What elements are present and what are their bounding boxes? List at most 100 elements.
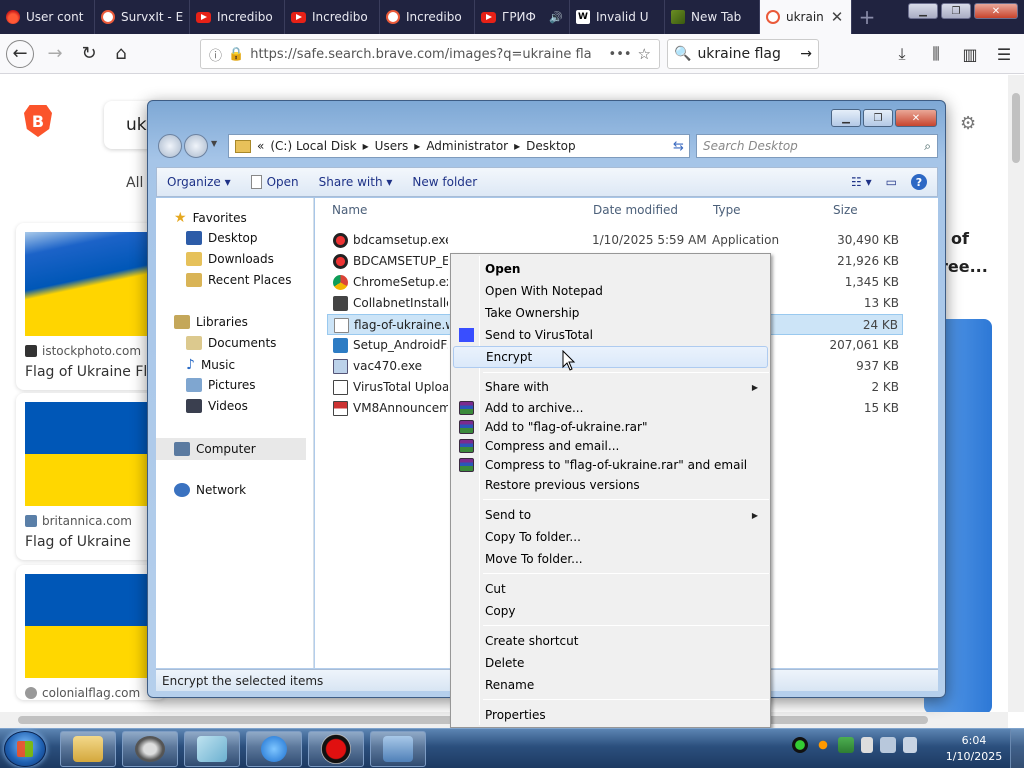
browser-tab[interactable]: New Tab [665,0,760,34]
column-size[interactable]: Size [833,203,858,217]
result-card[interactable]: istockphoto.com Flag of Ukraine Fla [16,223,166,390]
breadcrumb-users[interactable]: Users [375,139,409,153]
forward-button[interactable] [184,134,208,158]
browser-tab[interactable]: Incredibo [285,0,380,34]
chevron-right-icon[interactable]: ▸ [363,139,369,153]
nav-desktop[interactable]: Desktop [186,231,258,245]
go-arrow-icon[interactable]: → [800,46,812,62]
nav-downloads[interactable]: Downloads [186,252,274,266]
menu-item-copy[interactable]: Copy [453,600,768,622]
url-bar[interactable]: ⓘ 🔒 https://safe.search.brave.com/images… [200,39,660,69]
menu-item-open[interactable]: Open [453,258,768,280]
close-button[interactable]: ✕ [895,109,937,127]
chevron-right-icon[interactable]: ▸ [514,139,520,153]
new-tab-button[interactable]: + [852,0,882,34]
chevron-right-icon[interactable]: ▸ [414,139,420,153]
breadcrumb-desktop[interactable]: Desktop [526,139,668,153]
result-image[interactable] [25,574,151,678]
refresh-button[interactable]: ⇆ [668,134,690,158]
menu-item-create-shortcut[interactable]: Create shortcut [453,630,768,652]
menu-item-delete[interactable]: Delete [453,652,768,674]
menu-item-move-to-folder[interactable]: Move To folder... [453,548,768,570]
menu-item-share-with[interactable]: Share with ▶ [453,376,768,398]
maximize-button[interactable]: ❐ [941,3,971,19]
home-button[interactable]: ⌂ [106,39,136,69]
search-bar-text[interactable]: ukraine flag [697,46,794,62]
nav-network[interactable]: Network [174,483,246,497]
nav-libraries[interactable]: Libraries [174,315,248,329]
library-icon[interactable]: ⫼ [922,39,950,69]
result-title[interactable]: Flag of Ukraine Fla [16,358,166,390]
nav-documents[interactable]: Documents [186,336,276,350]
column-name[interactable]: Name [332,203,367,217]
back-button[interactable]: ← [6,39,34,68]
breadcrumb-overflow[interactable]: « [257,139,264,153]
speaker-icon[interactable]: 🔊 [549,11,563,24]
taskbar-record-button[interactable] [308,731,364,767]
taskbar-ie-button[interactable] [246,731,302,767]
menu-item-cut[interactable]: Cut [453,578,768,600]
browser-tab-active[interactable]: ukrain ✕ [760,0,852,34]
file-row[interactable]: bdcamsetup.exe 1/10/2025 5:59 AM Applicati… [327,230,903,251]
more-icon[interactable]: ••• [609,47,632,62]
menu-item-send-virustotal[interactable]: Send to VirusTotal [453,324,768,346]
menu-item-take-ownership[interactable]: Take Ownership [453,302,768,324]
menu-item-send-to[interactable]: Send to ▶ [453,504,768,526]
breadcrumb-local-disk[interactable]: (C:) Local Disk [270,139,356,153]
minimize-button[interactable]: ▁ [908,3,938,19]
brave-logo-icon[interactable]: B [24,105,52,137]
search-bar[interactable]: 🔍 ukraine flag → [667,39,819,69]
url-text[interactable]: https://safe.search.brave.com/images?q=u… [250,47,602,62]
sidebar-icon[interactable]: ▥ [956,39,984,69]
start-button[interactable] [4,731,46,767]
browser-tab[interactable]: ГРИФ 🔊 [475,0,570,34]
preview-pane-icon[interactable]: ▭ [886,175,897,189]
menu-item-encrypt[interactable]: Encrypt [453,346,768,368]
menu-item-open-notepad[interactable]: Open With Notepad [453,280,768,302]
menu-item-compress-rar-email[interactable]: Compress to "flag-of-ukraine.rar" and em… [453,454,768,476]
tab-all[interactable]: All [126,175,143,191]
browser-tab[interactable]: Incredibo [190,0,285,34]
result-title-right[interactable]: l of ree... [940,225,988,281]
open-button[interactable]: Open [250,175,299,189]
explorer-search-input[interactable]: Search Desktop ⌕ [696,134,938,158]
tray-shield-icon[interactable] [838,737,854,753]
menu-item-properties[interactable]: Properties [453,704,768,726]
clock[interactable]: 6:04 1/10/2025 [944,733,1004,765]
tray-volume-icon[interactable] [903,737,917,753]
breadcrumb-administrator[interactable]: Administrator [426,139,508,153]
back-button[interactable] [158,134,182,158]
browser-tab[interactable]: User cont [0,0,95,34]
nav-music[interactable]: ♪ Music [186,357,235,373]
help-icon[interactable]: ? [911,174,927,190]
result-image[interactable] [25,402,151,506]
info-icon[interactable]: ⓘ [209,45,222,64]
new-folder-button[interactable]: New folder [412,175,477,189]
taskbar-explorer-button[interactable] [60,731,116,767]
nav-videos[interactable]: Videos [186,399,248,413]
close-tab-icon[interactable]: ✕ [829,8,845,26]
search-icon[interactable]: ⌕ [924,139,931,154]
tray-network-icon[interactable] [880,737,896,753]
result-card[interactable]: colonialflag.com [16,565,166,700]
menu-item-rename[interactable]: Rename [453,674,768,696]
result-card[interactable]: britannica.com Flag of Ukraine [16,393,166,560]
organize-button[interactable]: Organize ▾ [167,175,231,189]
view-options-icon[interactable]: ☷ ▾ [851,175,872,189]
nav-pictures[interactable]: Pictures [186,378,256,392]
recent-locations-icon[interactable]: ▼ [211,139,217,148]
nav-recent[interactable]: Recent Places [186,273,291,287]
tray-record-icon[interactable] [792,737,808,753]
tray-flag-icon[interactable] [861,737,873,753]
scrollbar-thumb[interactable] [1012,93,1020,163]
browser-tab[interactable]: SurvxIt - E [95,0,190,34]
download-icon[interactable]: ⤓ [888,39,916,69]
menu-item-copy-to-folder[interactable]: Copy To folder... [453,526,768,548]
result-title[interactable]: Flag of Ukraine [16,528,166,560]
tray-search-icon[interactable] [815,737,831,753]
show-desktop-button[interactable] [1010,729,1024,768]
browser-tab[interactable]: W Invalid U [570,0,665,34]
forward-button[interactable]: → [40,39,70,69]
column-type[interactable]: Type [713,203,741,217]
nav-computer[interactable]: Computer [156,438,306,460]
